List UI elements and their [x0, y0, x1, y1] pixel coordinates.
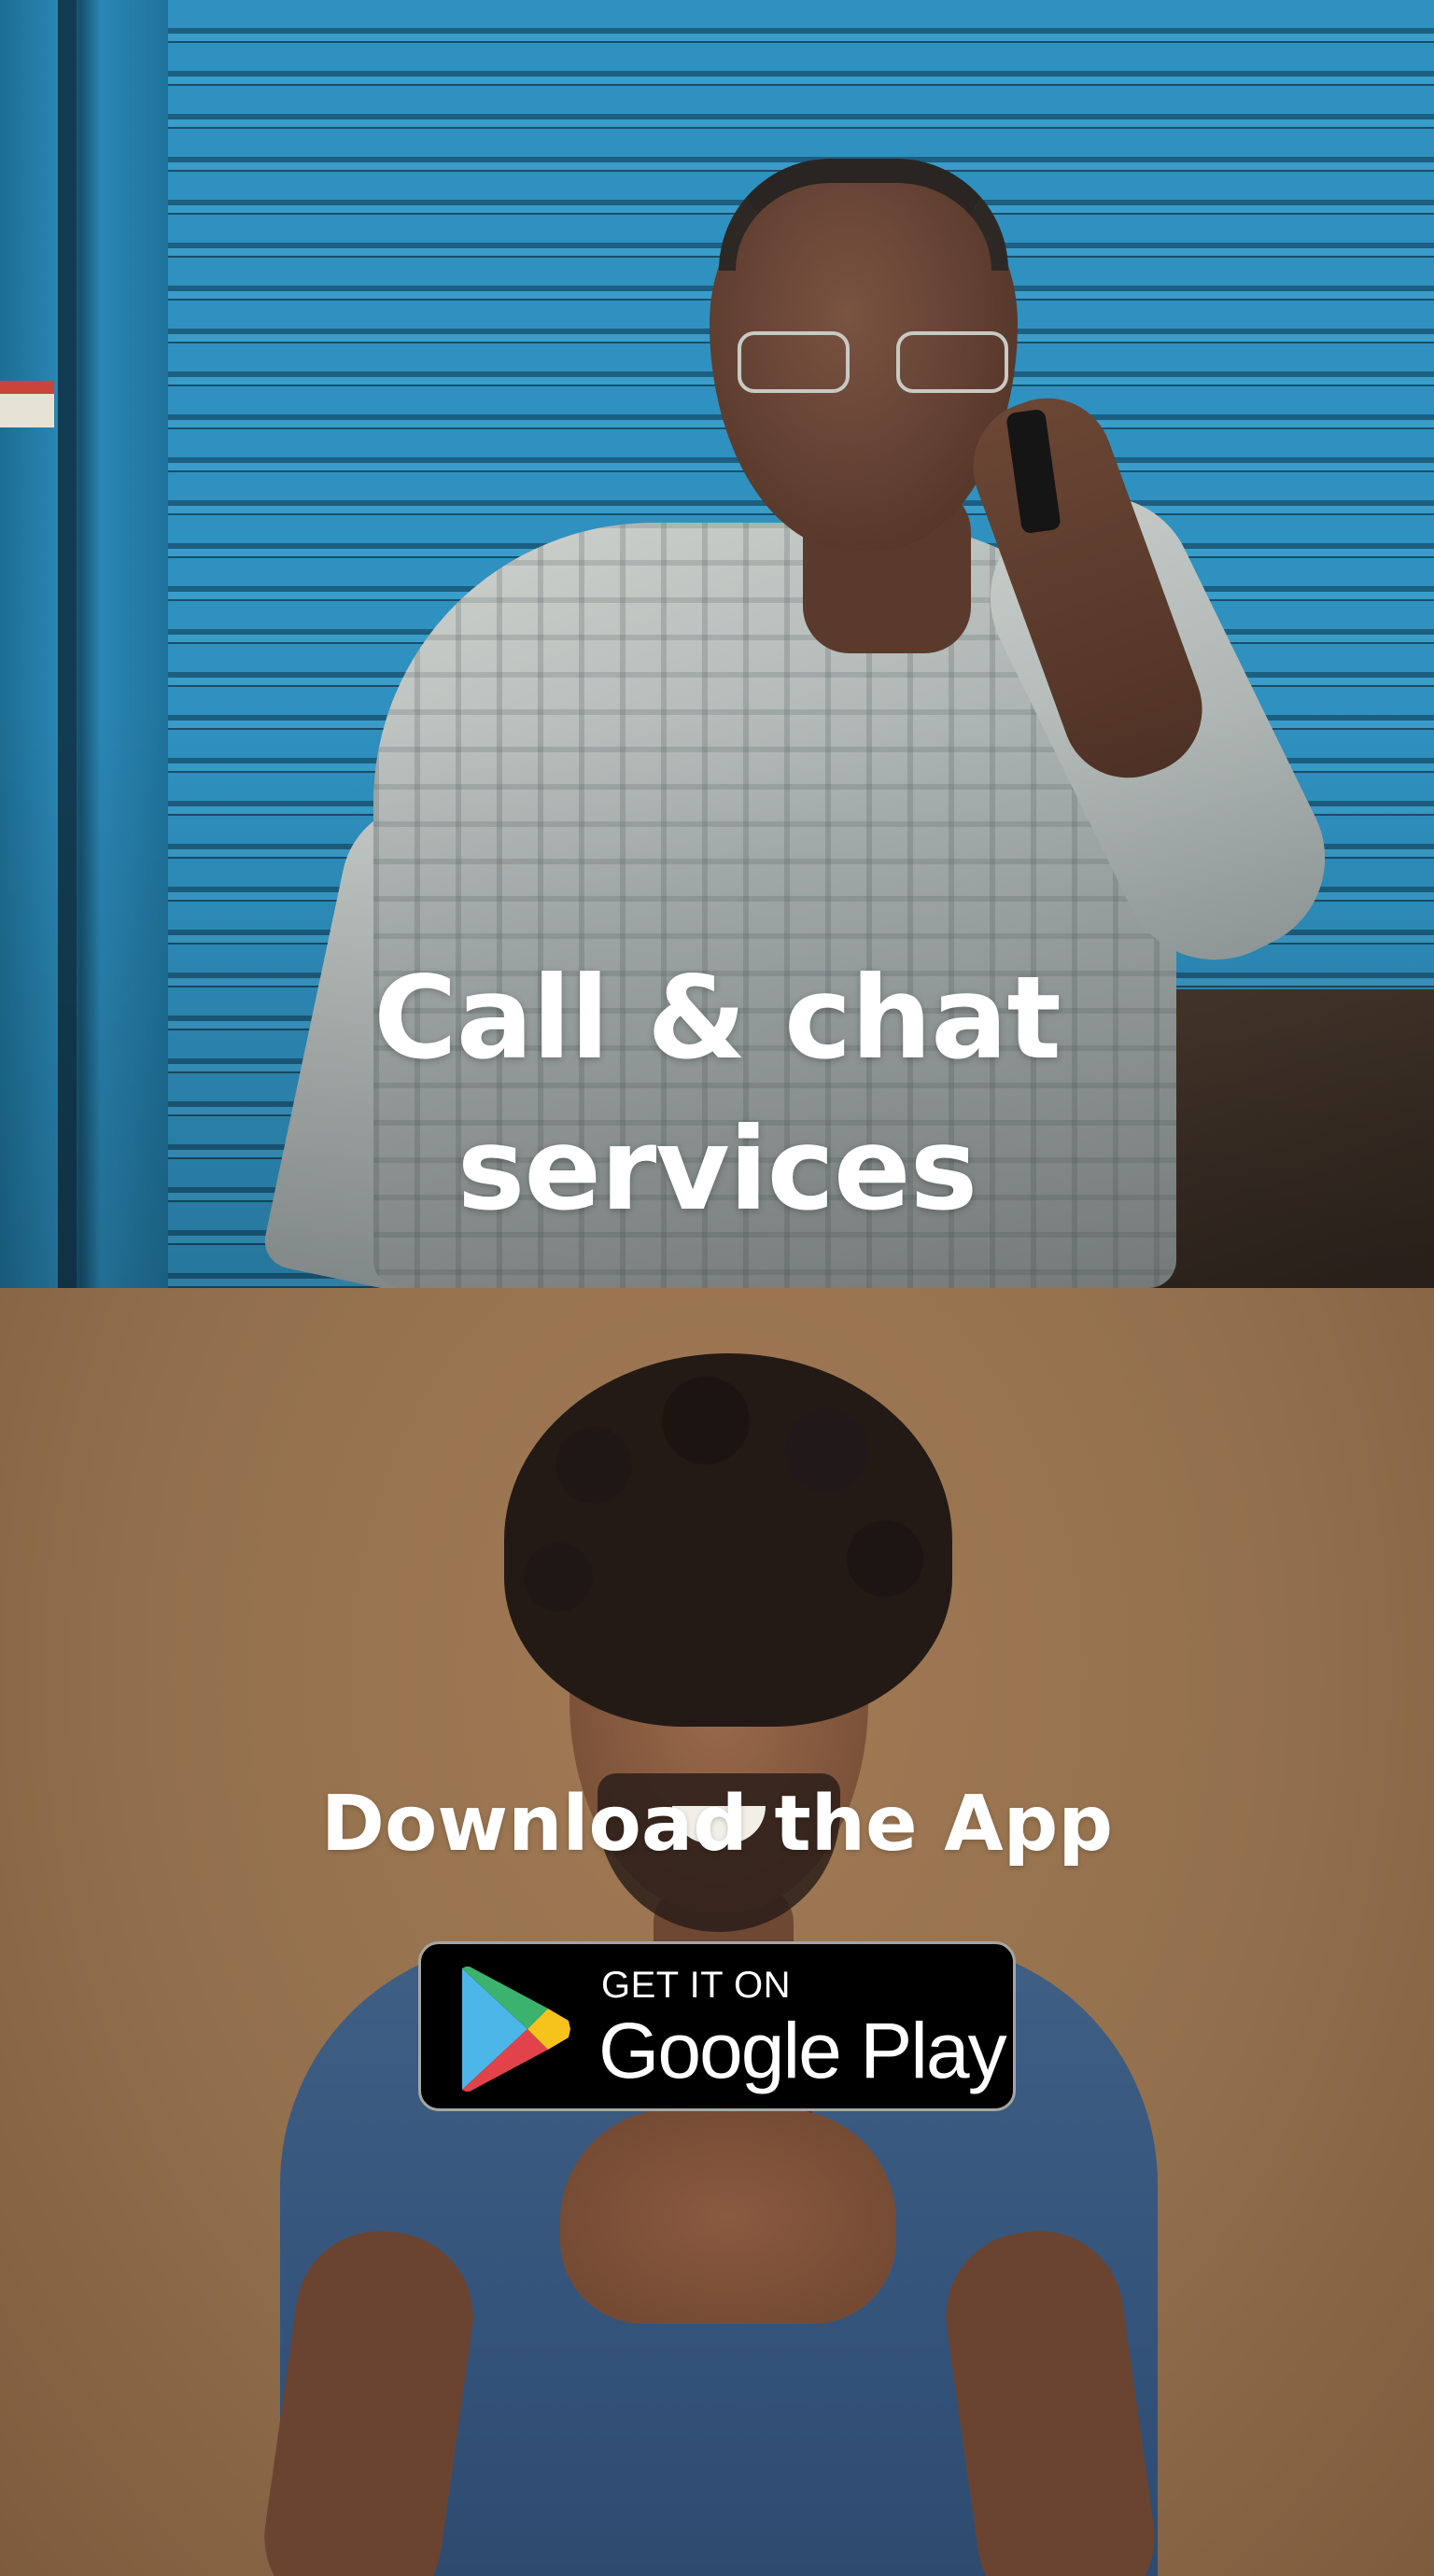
hero-heading-line-1: Call & chat [373, 952, 1061, 1085]
hero-heading-line-2: services [457, 1103, 978, 1236]
badge-main-text: Google Play [598, 2007, 1007, 2094]
hero-call-chat: Call & chat services [0, 0, 1434, 1288]
young-man-hands [560, 2109, 896, 2324]
young-man-curly-hair [504, 1353, 952, 1727]
download-heading: Download the App [320, 1780, 1114, 1869]
badge-top-text: GET IT ON [601, 1965, 792, 2006]
download-app-section: Download the App GET IT ON Google Play [0, 1288, 1434, 2576]
google-play-badge-button[interactable]: GET IT ON Google Play [418, 1941, 1016, 2111]
hero-heading: Call & chat services [0, 943, 1434, 1245]
google-play-icon [462, 1967, 570, 2092]
